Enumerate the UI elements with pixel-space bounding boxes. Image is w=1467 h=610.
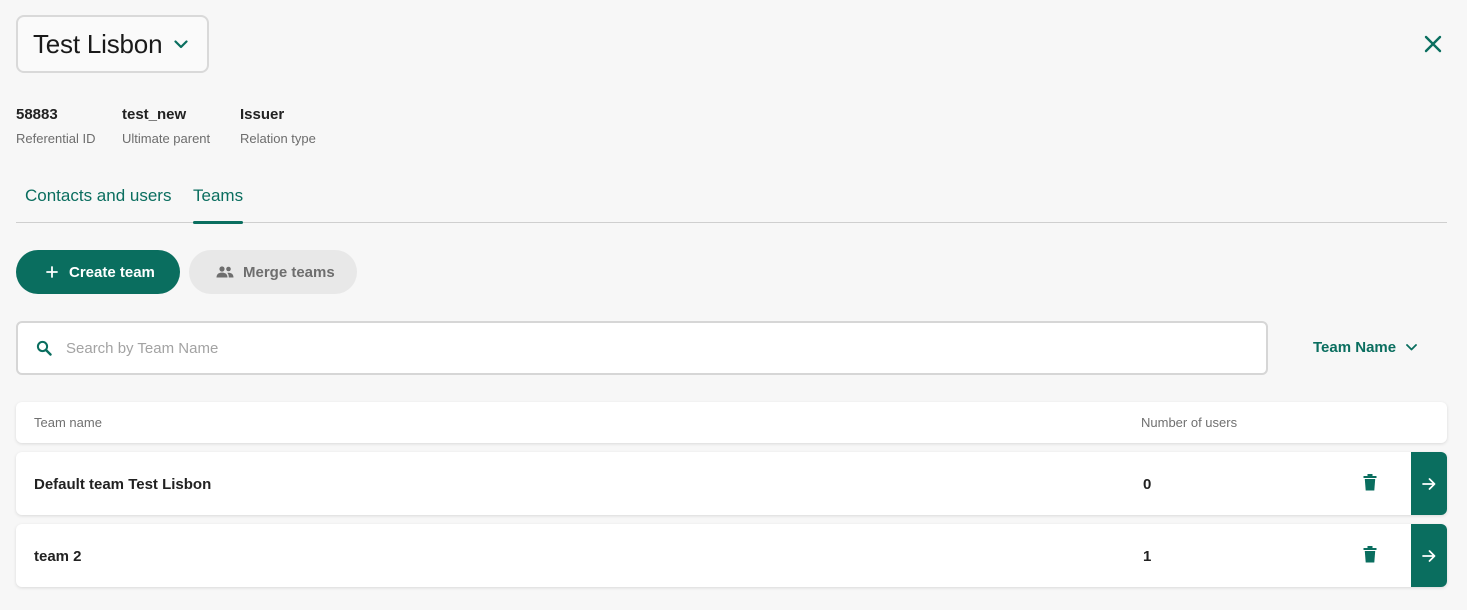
team-management-page: Test Lisbon 58883 Referential ID test_ne… [0,0,1467,610]
entity-selector[interactable]: Test Lisbon [16,15,209,73]
relation-type-label: Relation type [240,131,316,146]
user-count: 1 [1143,548,1152,565]
team-name: team 2 [34,548,82,565]
arrow-right-icon [1422,549,1436,562]
search-icon [36,340,52,356]
column-header-team-name[interactable]: Team name [34,415,102,430]
search-box [16,321,1268,375]
tab-bar: Contacts and users Teams [16,186,1447,224]
merge-teams-label: Merge teams [243,263,335,281]
chevron-down-icon [1406,344,1417,351]
column-header-number-of-users[interactable]: Number of users [1141,415,1237,430]
table-header: Team name Number of users [16,402,1447,443]
chevron-down-icon [174,39,188,49]
table-row[interactable]: Default team Test Lisbon 0 [16,452,1447,515]
ultimate-parent: test_new Ultimate parent [122,106,240,146]
entity-name: Test Lisbon [33,28,163,59]
ultimate-parent-label: Ultimate parent [122,131,211,146]
plus-icon [46,266,58,278]
relation-type: Issuer Relation type [240,106,316,146]
tab-contacts-and-users[interactable]: Contacts and users [25,186,171,223]
relation-type-value: Issuer [240,106,285,123]
close-icon[interactable] [1421,32,1445,56]
trash-icon[interactable] [1363,474,1377,492]
referential-id: 58883 Referential ID [16,106,122,146]
create-team-label: Create team [69,263,155,281]
merge-teams-button[interactable]: Merge teams [189,250,357,294]
open-team-button[interactable] [1411,452,1447,515]
referential-id-label: Referential ID [16,131,96,146]
create-team-button[interactable]: Create team [16,250,180,294]
sort-label: Team Name [1313,339,1397,356]
user-count: 0 [1143,476,1152,493]
table-row[interactable]: team 2 1 [16,524,1447,587]
open-team-button[interactable] [1411,524,1447,587]
group-icon [216,266,234,278]
trash-icon[interactable] [1363,546,1377,564]
search-input[interactable] [66,339,1266,357]
ultimate-parent-value: test_new [122,106,187,123]
tab-teams[interactable]: Teams [193,186,244,224]
arrow-right-icon [1422,477,1436,490]
entity-meta: 58883 Referential ID test_new Ultimate p… [16,106,316,146]
referential-id-value: 58883 [16,106,58,123]
team-name: Default team Test Lisbon [34,476,212,493]
sort-dropdown[interactable]: Team Name [1313,339,1417,356]
